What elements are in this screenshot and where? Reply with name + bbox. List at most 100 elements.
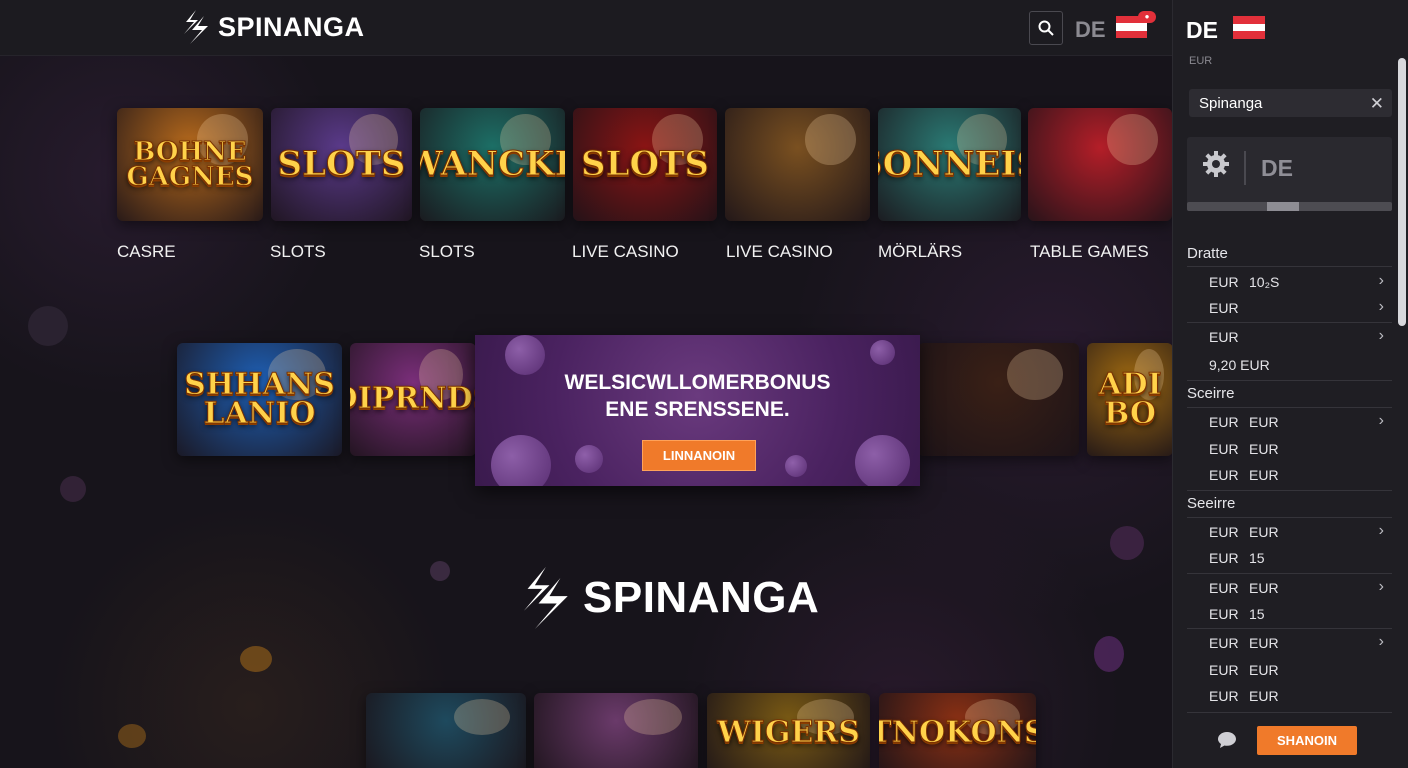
panel-list-item[interactable]: 9,20 EUR: [1187, 352, 1392, 378]
game-card[interactable]: [918, 343, 1079, 456]
card-title: DIPRNDS: [350, 381, 476, 417]
chevron-right-icon[interactable]: ›: [1379, 327, 1384, 345]
game-card[interactable]: BOHNE GAGNES: [117, 108, 263, 221]
language-selector[interactable]: DE: [1075, 17, 1106, 43]
item-secondary: EUR: [1249, 441, 1279, 457]
card-title: WIGERS: [717, 714, 861, 750]
game-card[interactable]: WIGERS: [707, 693, 870, 768]
item-secondary: EUR: [1249, 635, 1279, 651]
category-label[interactable]: CASRE: [117, 242, 176, 262]
card-title: BOHNE GAGNES: [126, 136, 254, 192]
panel-divider: [1187, 712, 1392, 713]
game-card[interactable]: SHHANS LANIO: [177, 343, 342, 456]
game-card[interactable]: [534, 693, 698, 768]
game-card[interactable]: SLOTS: [573, 108, 717, 221]
promo-claim-button[interactable]: LINNANOIN: [642, 440, 756, 471]
item-secondary: EUR: [1249, 580, 1279, 596]
item-secondary: EUR: [1249, 662, 1279, 678]
panel-list-item[interactable]: EUR EUR ›: [1187, 409, 1392, 435]
item-secondary: 15: [1249, 550, 1265, 566]
category-label[interactable]: MÖRLÄRS: [878, 242, 962, 262]
panel-section-heading: Dratte: [1187, 245, 1228, 262]
panel-list-item[interactable]: EUR ›: [1187, 324, 1392, 350]
panel-divider: [1187, 628, 1392, 629]
settings-box: DE: [1187, 137, 1392, 211]
item-primary: EUR: [1209, 414, 1239, 430]
search-icon: [1038, 20, 1054, 36]
item-secondary: EUR: [1249, 688, 1279, 704]
chevron-right-icon[interactable]: ›: [1379, 298, 1384, 316]
panel-divider: [1187, 573, 1392, 574]
panel-list-item[interactable]: EUR EUR: [1187, 436, 1392, 462]
card-art: [1107, 114, 1158, 165]
chevron-right-icon[interactable]: ›: [1379, 522, 1384, 540]
promo-line-1: WELSICWLLOMERBONUS: [564, 371, 831, 394]
chevron-right-icon[interactable]: ›: [1379, 412, 1384, 430]
game-card[interactable]: DIPRNDS: [350, 343, 476, 456]
game-card[interactable]: WANCKE: [420, 108, 565, 221]
panel-search-input[interactable]: Spinanga ✕: [1189, 89, 1392, 117]
item-primary: EUR: [1209, 441, 1239, 457]
panel-list-item[interactable]: EUR EUR: [1187, 462, 1392, 488]
item-primary: EUR: [1209, 524, 1239, 540]
card-art: [1006, 349, 1063, 400]
brand-logo[interactable]: SPINANGA: [178, 8, 365, 46]
panel-list-item[interactable]: EUR EUR ›: [1187, 519, 1392, 545]
card-title: SLOTS: [277, 144, 406, 185]
game-card[interactable]: ADI BO: [1087, 343, 1173, 456]
panel-list-item[interactable]: EUR EUR ›: [1187, 630, 1392, 656]
panel-list-item[interactable]: EUR EUR: [1187, 683, 1392, 709]
card-art: [624, 699, 682, 735]
panel-list-item[interactable]: EUR 10₂S ›: [1187, 269, 1392, 295]
search-button[interactable]: [1029, 11, 1063, 45]
austria-flag-icon[interactable]: [1233, 16, 1265, 39]
item-primary: EUR: [1209, 329, 1239, 345]
category-label[interactable]: SLOTS: [270, 242, 326, 262]
spinanga-logo-icon: [523, 567, 568, 629]
settings-scroll-track[interactable]: [1187, 202, 1392, 211]
spinanga-logo-icon: [184, 10, 208, 44]
card-title: SONNEIS: [878, 144, 1021, 185]
chevron-right-icon[interactable]: ›: [1379, 272, 1384, 290]
panel-scrollbar[interactable]: [1398, 58, 1406, 326]
panel-list-item[interactable]: EUR 15: [1187, 601, 1392, 627]
category-label[interactable]: TABLE GAMES: [1030, 242, 1149, 262]
category-label[interactable]: LIVE CASINO: [572, 242, 679, 262]
settings-language[interactable]: DE: [1261, 155, 1293, 182]
panel-cta-button[interactable]: SHANOIN: [1257, 726, 1357, 755]
panel-section-heading: Seeirre: [1187, 495, 1236, 512]
item-secondary: EUR: [1249, 524, 1279, 540]
chevron-right-icon[interactable]: ›: [1379, 633, 1384, 651]
game-card[interactable]: [725, 108, 870, 221]
search-value: Spinanga: [1199, 95, 1263, 112]
item-primary: EUR: [1209, 606, 1239, 622]
panel-divider: [1187, 517, 1392, 518]
game-card[interactable]: TNOKONS: [879, 693, 1036, 768]
game-card[interactable]: SLOTS: [271, 108, 412, 221]
item-primary: EUR: [1209, 580, 1239, 596]
panel-divider: [1187, 322, 1392, 323]
currency-caption: EUR: [1189, 55, 1213, 67]
close-icon[interactable]: ✕: [1370, 94, 1384, 114]
item-primary: EUR: [1209, 467, 1239, 483]
chat-bubble-icon[interactable]: [1217, 731, 1237, 749]
gear-icon[interactable]: [1201, 149, 1231, 179]
panel-list-item[interactable]: EUR EUR: [1187, 657, 1392, 683]
item-secondary: EUR: [1249, 467, 1279, 483]
panel-list-item[interactable]: EUR ›: [1187, 295, 1392, 321]
center-brand-logo: SPINANGA: [513, 563, 819, 633]
notification-badge-icon: ●: [1138, 11, 1156, 23]
panel-language[interactable]: DE: [1186, 17, 1218, 44]
category-label[interactable]: LIVE CASINO: [726, 242, 833, 262]
game-card[interactable]: [1028, 108, 1172, 221]
settings-scroll-thumb[interactable]: [1267, 202, 1299, 211]
panel-list-item[interactable]: EUR 15: [1187, 545, 1392, 571]
panel-list-item[interactable]: EUR EUR ›: [1187, 575, 1392, 601]
game-card[interactable]: [366, 693, 526, 768]
side-panel: DE EUR Spinanga ✕ DE Dratte EUR 10₂S › E…: [1172, 0, 1408, 768]
item-primary: EUR: [1209, 274, 1239, 290]
item-primary: EUR: [1209, 550, 1239, 566]
game-card[interactable]: SONNEIS: [878, 108, 1021, 221]
category-label[interactable]: SLOTS: [419, 242, 475, 262]
chevron-right-icon[interactable]: ›: [1379, 578, 1384, 596]
